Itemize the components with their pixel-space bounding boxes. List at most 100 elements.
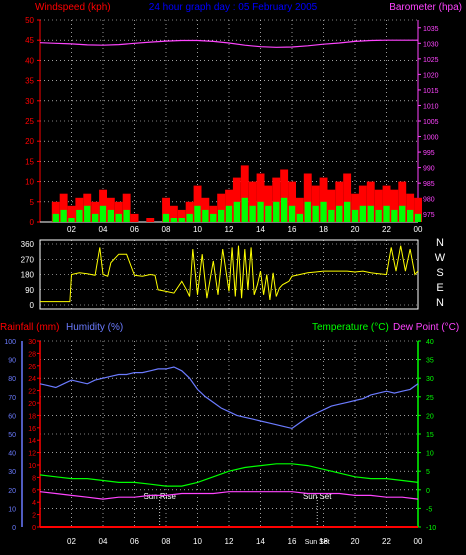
direction-tick-label: 0 — [30, 301, 35, 310]
humidity-tick-label: 90 — [8, 358, 16, 365]
x-tick-label: 16 — [288, 225, 297, 234]
x-tick-label: 04 — [99, 225, 108, 234]
compass-label: W — [435, 252, 446, 264]
rainfall-tick-label: 22 — [28, 389, 36, 396]
average-wind-bar — [107, 209, 114, 222]
average-wind-bar — [351, 209, 359, 222]
rainfall-tick-label: 8 — [32, 475, 36, 482]
x-tick-label: 04 — [99, 537, 108, 546]
windspeed-tick-label: 40 — [25, 56, 34, 65]
average-wind-bar — [194, 205, 201, 222]
average-wind-bar — [265, 205, 272, 222]
windspeed-tick-label: 35 — [25, 77, 34, 86]
windspeed-tick-label: 45 — [25, 36, 34, 45]
x-tick-label: 06 — [130, 537, 139, 546]
compass-label: E — [436, 282, 443, 294]
average-wind-bar — [52, 213, 59, 222]
humidity-tick-label: 20 — [8, 488, 16, 495]
rainfall-tick-label: 16 — [28, 426, 36, 433]
rainfall-axis-title: Rainfall (mm) — [0, 322, 59, 333]
average-wind-bar — [320, 201, 327, 222]
compass-label: N — [436, 237, 444, 249]
temperature-tick-label: -10 — [426, 525, 436, 532]
x-tick-label: 02 — [67, 225, 76, 234]
humidity-tick-label: 40 — [8, 451, 16, 458]
average-wind-bar — [344, 201, 351, 222]
barometer-tick-label: 1030 — [423, 41, 439, 48]
x-tick-label: 00 — [414, 225, 423, 234]
direction-tick-label: 270 — [21, 255, 35, 264]
rainfall-tick-label: 18 — [28, 413, 36, 420]
barometer-tick-label: 985 — [423, 181, 435, 188]
x-tick-label: 20 — [351, 537, 360, 546]
temperature-tick-label: 0 — [426, 488, 430, 495]
humidity-tick-label: 70 — [8, 395, 16, 402]
average-wind-bar — [170, 218, 177, 222]
gust-bar — [146, 218, 155, 222]
x-tick-label: 14 — [256, 225, 265, 234]
x-tick-label: 12 — [225, 225, 234, 234]
average-wind-bar — [391, 209, 398, 222]
average-wind-bar — [241, 197, 248, 222]
rainfall-tick-label: 24 — [28, 376, 36, 383]
windspeed-tick-label: 25 — [25, 117, 34, 126]
average-wind-bar — [76, 209, 83, 222]
average-wind-bar — [407, 209, 414, 222]
dewpoint-axis-title: Dew Point (°C) — [393, 322, 459, 333]
average-wind-bar — [399, 205, 406, 222]
average-wind-bar — [296, 213, 303, 222]
rainfall-tick-label: 4 — [32, 500, 36, 507]
x-tick-label: 22 — [382, 537, 391, 546]
average-wind-bar — [367, 205, 374, 222]
average-wind-bar — [375, 209, 382, 222]
barometer-tick-label: 1010 — [423, 103, 439, 110]
average-wind-bar — [84, 205, 91, 222]
temperature-tick-label: 10 — [426, 451, 434, 458]
chart-title: 24 hour graph day : 05 February 2005 — [149, 2, 318, 13]
sun-set-axis-label: Sun Set — [305, 539, 330, 546]
windspeed-tick-label: 20 — [25, 137, 34, 146]
x-tick-label: 10 — [193, 537, 202, 546]
x-tick-label: 02 — [67, 537, 76, 546]
average-wind-bar — [281, 197, 288, 222]
average-wind-bar — [186, 213, 193, 222]
humidity-tick-label: 50 — [8, 432, 16, 439]
temperature-tick-label: 20 — [426, 413, 434, 420]
average-wind-bar — [162, 213, 170, 222]
rainfall-tick-label: 6 — [32, 488, 36, 495]
windspeed-axis-title: Windspeed (kph) — [35, 2, 111, 13]
barometer-tick-label: 1000 — [423, 135, 439, 142]
rainfall-tick-label: 14 — [28, 438, 36, 445]
humidity-axis-title: Humidity (%) — [66, 322, 123, 333]
temperature-tick-label: 5 — [426, 469, 430, 476]
humidity-tick-label: 10 — [8, 506, 16, 513]
average-wind-bar — [218, 209, 225, 222]
compass-label: N — [436, 297, 444, 309]
weather-charts: Windspeed (kph) 24 hour graph day : 05 Fe… — [0, 2, 462, 546]
windspeed-tick-label: 0 — [30, 218, 35, 227]
average-wind-bar — [68, 218, 75, 222]
windspeed-tick-label: 15 — [25, 157, 34, 166]
average-wind-bar — [233, 201, 240, 222]
x-tick-label: 20 — [351, 225, 360, 234]
temperature-tick-label: 25 — [426, 395, 434, 402]
sun-rise-label: Sun Rise — [143, 492, 176, 501]
rainfall-tick-label: 20 — [28, 401, 36, 408]
windspeed-tick-label: 30 — [25, 97, 34, 106]
average-wind-bar — [257, 201, 264, 222]
barometer-tick-label: 1020 — [423, 72, 439, 79]
direction-tick-label: 180 — [21, 271, 35, 280]
x-tick-label: 18 — [319, 225, 328, 234]
x-tick-label: 00 — [414, 537, 423, 546]
average-wind-bar — [273, 201, 280, 222]
rainfall-tick-label: 10 — [28, 463, 36, 470]
x-tick-label: 10 — [193, 225, 202, 234]
direction-tick-label: 90 — [25, 286, 34, 295]
compass-label: S — [436, 267, 443, 279]
temperature-axis-title: Temperature (°C) — [312, 322, 389, 333]
rainfall-tick-label: 0 — [32, 525, 36, 532]
barometer-line — [39, 39, 418, 48]
x-tick-label: 12 — [225, 537, 234, 546]
barometer-tick-label: 1035 — [423, 26, 439, 33]
average-wind-bar — [359, 205, 366, 222]
